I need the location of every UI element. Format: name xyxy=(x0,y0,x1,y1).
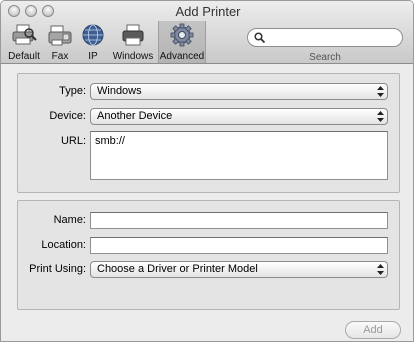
location-field[interactable] xyxy=(90,237,388,254)
toolbar-windows-button[interactable]: Windows xyxy=(111,21,155,63)
connection-panel: Type: Windows Device: Another Device URL… xyxy=(17,73,400,193)
url-value: smb:// xyxy=(95,135,125,147)
fax-icon xyxy=(48,25,72,46)
toolbar-default-button[interactable]: Default xyxy=(5,21,43,63)
search-label: Search xyxy=(309,52,341,63)
toolbar-windows-label: Windows xyxy=(112,51,154,62)
print-using-popup[interactable]: Choose a Driver or Printer Model xyxy=(90,261,388,278)
window-title: Add Printer xyxy=(175,4,241,19)
popup-arrows-icon xyxy=(377,264,384,275)
device-value: Another Device xyxy=(97,110,173,122)
name-field[interactable] xyxy=(90,212,388,229)
print-using-label: Print Using: xyxy=(29,263,86,275)
search-input[interactable] xyxy=(268,30,400,47)
printer-details-panel: Name: Location: Print Using: Choose a Dr… xyxy=(17,200,400,310)
url-field[interactable]: smb:// xyxy=(90,131,388,180)
gear-icon xyxy=(170,23,194,47)
toolbar-ip-button[interactable]: IP xyxy=(78,21,108,63)
toolbar-advanced-label: Advanced xyxy=(159,51,205,62)
search-field[interactable] xyxy=(247,28,403,47)
search-icon xyxy=(254,32,265,43)
url-label: URL: xyxy=(60,135,86,147)
device-label: Device: xyxy=(49,110,86,122)
toolbar: Add Printer Default Fax IP Windows Advan… xyxy=(1,1,413,64)
device-popup[interactable]: Another Device xyxy=(90,108,388,125)
add-button[interactable]: Add xyxy=(345,321,401,339)
toolbar-fax-label: Fax xyxy=(51,51,69,62)
name-label: Name: xyxy=(53,214,86,226)
default-printer-icon xyxy=(12,24,37,45)
toolbar-default-label: Default xyxy=(8,51,40,62)
toolbar-fax-button[interactable]: Fax xyxy=(45,21,75,63)
toolbar-ip-label: IP xyxy=(88,51,98,62)
windows-printer-icon xyxy=(122,24,144,46)
add-printer-window: Add Printer Default Fax IP Windows Advan… xyxy=(0,0,414,342)
type-value: Windows xyxy=(97,85,142,97)
print-using-value: Choose a Driver or Printer Model xyxy=(97,263,258,275)
popup-arrows-icon xyxy=(377,111,384,122)
popup-arrows-icon xyxy=(377,86,384,97)
location-label: Location: xyxy=(41,239,86,251)
type-label: Type: xyxy=(59,85,86,97)
toolbar-advanced-button[interactable]: Advanced xyxy=(158,21,206,63)
globe-icon xyxy=(82,24,104,46)
type-popup[interactable]: Windows xyxy=(90,83,388,100)
